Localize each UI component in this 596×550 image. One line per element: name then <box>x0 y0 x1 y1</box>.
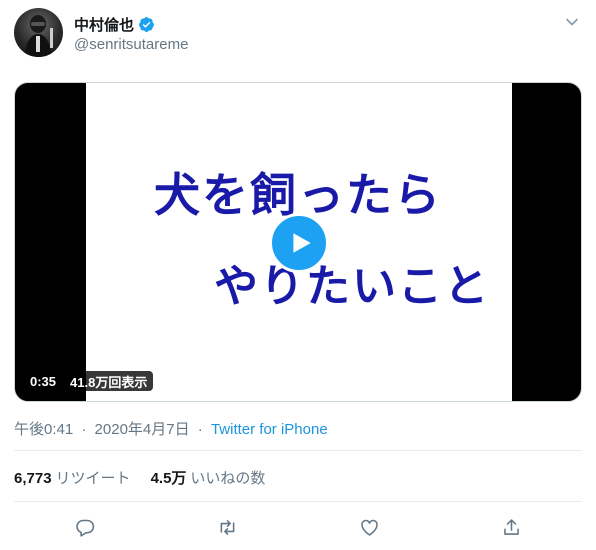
chevron-down-icon[interactable] <box>564 14 580 30</box>
meta-separator: · <box>81 421 87 438</box>
reply-button[interactable] <box>72 514 98 540</box>
share-button[interactable] <box>498 514 524 540</box>
reply-icon <box>75 519 94 537</box>
tweet-header: 中村倫也 @senritsutareme <box>14 8 584 60</box>
share-icon <box>503 518 519 535</box>
video-info-badge: 0:35 41.8万回表示 <box>24 371 154 391</box>
retweet-button[interactable] <box>214 514 240 540</box>
author-name-row[interactable]: 中村倫也 <box>74 14 155 35</box>
tweet-meta: 午後0:41 · 2020年4月7日 · Twitter for iPhone <box>14 418 328 439</box>
avatar[interactable] <box>14 8 63 57</box>
tweet-source-link[interactable]: Twitter for iPhone <box>211 421 328 438</box>
likes-count: 4.5万 <box>150 470 187 487</box>
tweet-stats: 6,773 リツイート 4.5万 いいねの数 <box>14 467 265 488</box>
likes-label: いいねの数 <box>190 470 266 487</box>
author-display-name[interactable]: 中村倫也 <box>74 14 134 35</box>
video-duration: 0:35 <box>30 373 57 389</box>
like-icon <box>360 519 378 536</box>
tweet-time[interactable]: 午後0:41 <box>14 421 73 438</box>
video-player[interactable]: 犬を飼ったら やりたいこと 0:35 41.8万回表示 <box>14 82 582 402</box>
divider <box>14 450 582 451</box>
video-views: 41.8万回表示 <box>70 374 148 390</box>
play-icon <box>293 233 311 253</box>
retweets-stat[interactable]: 6,773 リツイート <box>14 467 131 488</box>
meta-separator: · <box>197 421 203 438</box>
retweets-label: リツイート <box>55 470 131 487</box>
retweet-icon <box>220 519 234 535</box>
verified-badge-icon <box>138 16 155 33</box>
divider <box>14 501 582 502</box>
retweets-count: 6,773 <box>14 470 52 487</box>
tweet-actions <box>14 514 582 540</box>
tweet-date[interactable]: 2020年4月7日 <box>95 421 190 438</box>
video-title-line2: やりたいこと <box>214 261 490 312</box>
like-button[interactable] <box>356 514 382 540</box>
author-handle[interactable]: @senritsutareme <box>74 36 188 53</box>
play-button[interactable] <box>269 213 329 273</box>
likes-stat[interactable]: 4.5万 いいねの数 <box>151 467 266 488</box>
